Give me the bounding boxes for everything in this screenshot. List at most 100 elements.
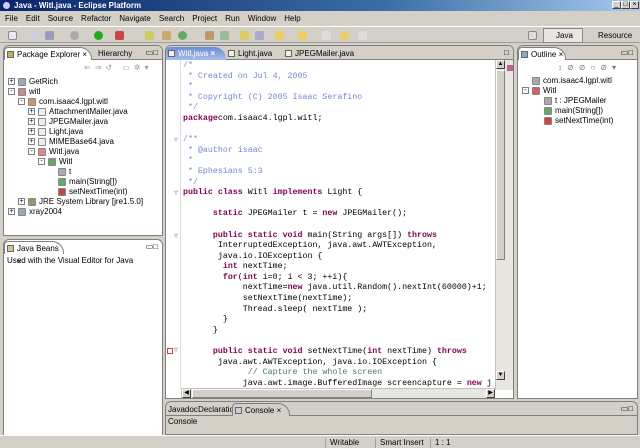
back-icon[interactable] — [340, 31, 349, 40]
code-token: java.awt.image.BufferedImage screencaptu… — [183, 378, 467, 388]
collapse-icon[interactable]: - — [522, 87, 529, 94]
close-button[interactable]: × — [630, 1, 639, 9]
view-toolbar[interactable]: ⇐⇒↺ ▭✲▾ — [84, 63, 153, 72]
resource-perspective-button[interactable]: Resource — [586, 28, 638, 43]
collapse-icon[interactable]: - — [38, 158, 45, 165]
fold-icon[interactable]: ▿ — [174, 135, 178, 144]
next-annotation-icon[interactable] — [275, 31, 284, 40]
tab-java-beans[interactable]: Java Beans × — [4, 241, 64, 266]
code-token: com.isaac4.lgpl.witl; — [217, 113, 323, 123]
new-package-icon[interactable] — [162, 31, 171, 40]
code-line: * Created on Jul 4, 2005 — [183, 72, 492, 83]
close-icon[interactable]: × — [277, 406, 282, 415]
project-icon — [18, 208, 26, 216]
java-perspective-button[interactable]: Java — [543, 28, 583, 43]
menu-source[interactable]: Source — [48, 12, 73, 25]
minimize-maximize-icon[interactable]: ▭□ — [146, 243, 158, 251]
code-line: } — [183, 326, 492, 337]
open-type-icon[interactable] — [205, 31, 214, 40]
code-editor[interactable]: /* * Created on Jul 4, 2005 * * Copyrigh… — [183, 61, 492, 389]
tree-item-label: setNextTime(int) — [69, 187, 128, 196]
toggle-icon[interactable] — [255, 31, 264, 40]
print-icon[interactable] — [45, 31, 54, 40]
scroll-left-button[interactable]: ◀ — [182, 389, 191, 398]
code-token: public static void — [212, 347, 303, 357]
fold-icon[interactable]: ▿ — [174, 188, 178, 197]
outline-panel: Outline × ▭□ ↕⊘⊘○⊘▾ com.isaac4.lgpl.witl… — [517, 45, 638, 399]
new-icon[interactable] — [8, 31, 17, 40]
tab-jpegmailer-java[interactable]: JPEGMailer.java — [283, 47, 354, 60]
resource-perspective-label: Resource — [598, 31, 633, 40]
menu-navigate[interactable]: Navigate — [119, 12, 151, 25]
edit-icon[interactable] — [240, 31, 249, 40]
outline-toolbar[interactable]: ↕⊘⊘○⊘▾ — [558, 63, 621, 72]
vertical-scrollbar[interactable]: ▲ ▼ — [495, 60, 505, 390]
tree-item-label: xray2004 — [29, 207, 62, 216]
menu-window[interactable]: Window — [248, 12, 276, 25]
new-java-project-icon[interactable] — [145, 31, 154, 40]
scroll-up-button[interactable]: ▲ — [496, 60, 505, 69]
debug-icon[interactable] — [70, 31, 79, 40]
collapse-icon[interactable]: - — [8, 88, 15, 95]
java-file-icon — [285, 50, 292, 57]
run-icon[interactable] — [94, 31, 103, 40]
fold-icon[interactable]: ▿ — [174, 231, 178, 240]
status-writable: Writable — [325, 438, 375, 448]
tab-outline[interactable]: Outline × — [518, 47, 566, 60]
menu-run[interactable]: Run — [225, 12, 240, 25]
expand-icon[interactable]: + — [8, 208, 15, 215]
expand-icon[interactable]: + — [18, 198, 25, 205]
collapse-icon[interactable]: - — [18, 98, 25, 105]
overview-ruler — [505, 60, 513, 390]
maximize-icon[interactable]: □ — [504, 49, 509, 57]
collapse-icon[interactable]: - — [28, 148, 35, 155]
open-perspective-icon[interactable] — [528, 31, 537, 40]
minimize-button[interactable]: _ — [612, 1, 621, 9]
code-token: nextTime; — [237, 262, 288, 272]
close-icon[interactable]: × — [559, 50, 564, 59]
minimize-maximize-icon[interactable]: ▭□ — [146, 49, 158, 57]
menu-refactor[interactable]: Refactor — [81, 12, 111, 25]
minimize-maximize-icon[interactable]: ▭□ — [621, 49, 633, 57]
error-indicator[interactable] — [507, 65, 513, 71]
tab-javadoc[interactable]: Javadoc — [166, 403, 198, 416]
external-tools-icon[interactable] — [115, 31, 124, 40]
fold-icon[interactable]: ▿ — [174, 345, 178, 354]
tree-item-label: Witl — [59, 157, 73, 166]
minimize-maximize-icon[interactable]: ▭□ — [621, 405, 633, 413]
search-icon[interactable] — [220, 31, 229, 40]
previous-annotation-icon[interactable] — [298, 31, 307, 40]
close-icon[interactable]: × — [210, 49, 215, 58]
scroll-thumb[interactable] — [496, 70, 505, 260]
hscroll-thumb[interactable] — [192, 389, 372, 398]
scroll-down-button[interactable]: ▼ — [496, 371, 505, 380]
expand-icon[interactable]: + — [28, 138, 35, 145]
expand-icon[interactable]: + — [8, 78, 15, 85]
menu-file[interactable]: File — [5, 12, 18, 25]
tab-light-java[interactable]: Light.java — [226, 47, 281, 60]
scroll-right-button[interactable]: ▶ — [486, 389, 495, 398]
tab-console[interactable]: Console × — [232, 403, 290, 416]
tab-hierarchy[interactable]: Hierarchy — [94, 47, 132, 60]
tree-item-label: MIMEBase64.java — [49, 137, 114, 146]
new-class-icon[interactable] — [178, 31, 187, 40]
last-edit-icon[interactable] — [322, 31, 331, 40]
menu-help[interactable]: Help — [284, 12, 300, 25]
forward-icon[interactable] — [358, 31, 367, 40]
menu-search[interactable]: Search — [159, 12, 184, 25]
menu-edit[interactable]: Edit — [26, 12, 40, 25]
horizontal-scrollbar[interactable]: ◀ ▶ — [181, 388, 495, 398]
close-icon[interactable]: × — [82, 50, 87, 59]
menu-project[interactable]: Project — [192, 12, 217, 25]
beans-icon — [7, 245, 14, 252]
expand-icon[interactable]: + — [28, 128, 35, 135]
expand-icon[interactable]: + — [28, 108, 35, 115]
error-marker-icon[interactable] — [167, 348, 173, 354]
save-icon[interactable] — [32, 31, 41, 40]
code-token: InterruptedException, java.awt.AWTExcept… — [183, 241, 437, 251]
maximize-button[interactable]: □ — [621, 1, 630, 9]
expand-icon[interactable]: + — [28, 118, 35, 125]
tab-package-explorer[interactable]: Package Explorer × — [4, 47, 92, 60]
tab-witl-java[interactable]: Witl.java × — [166, 47, 226, 60]
